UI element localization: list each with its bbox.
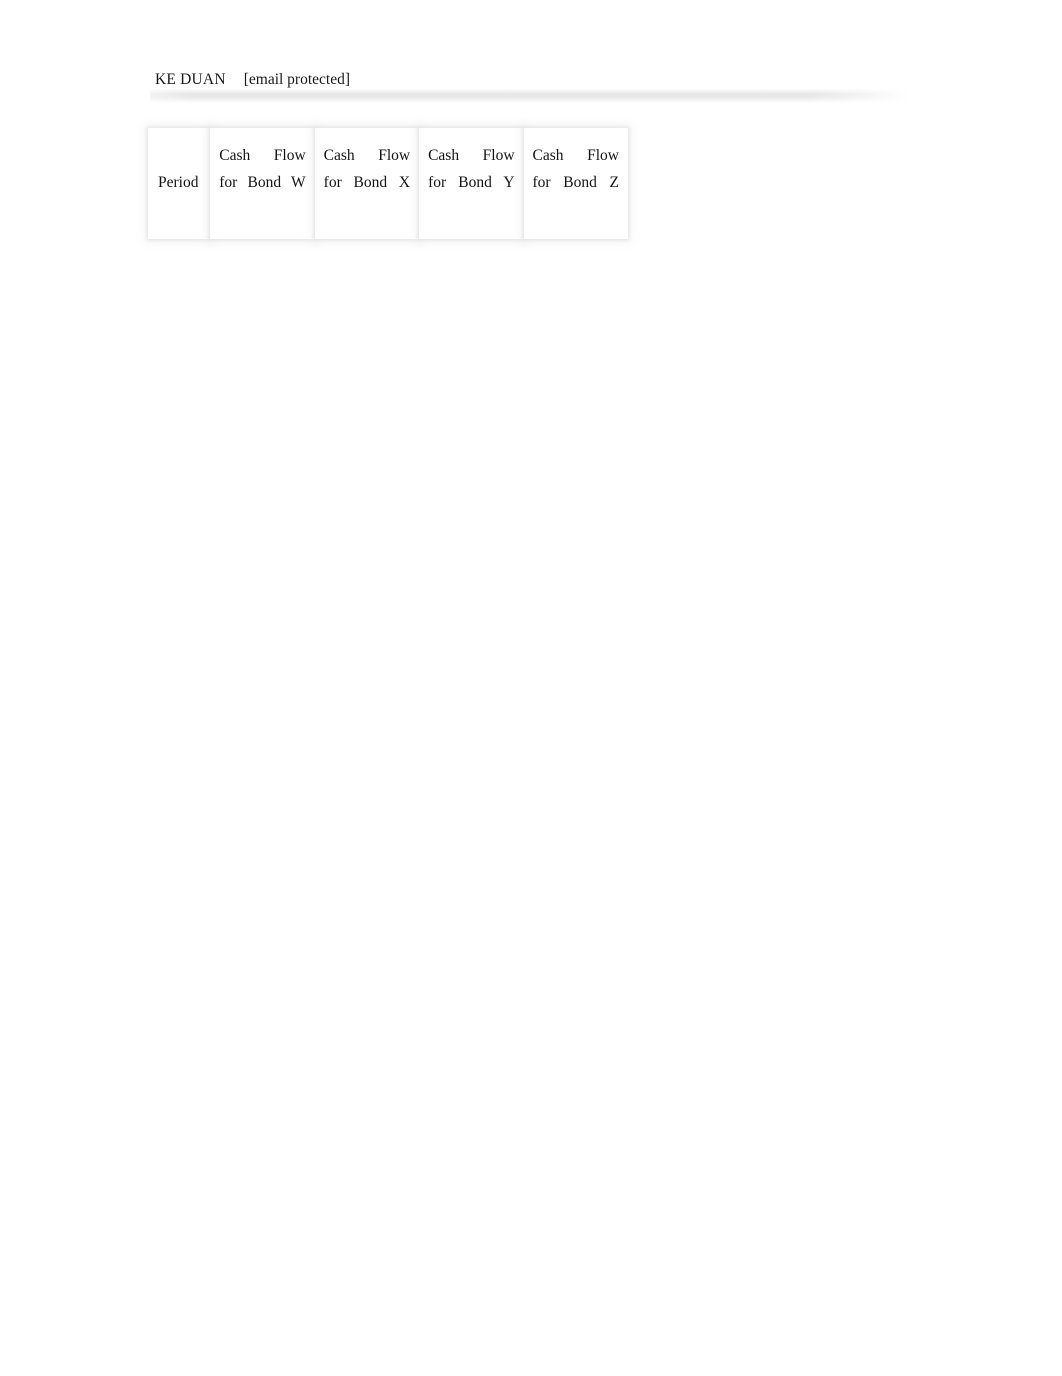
column-header-bond-w-label: Cash Flow for Bond W <box>219 147 306 191</box>
column-header-bond-z-label: Cash Flow for Bond Z <box>532 147 619 191</box>
header-divider-rule <box>150 89 910 103</box>
column-header-period-label: Period <box>158 174 199 191</box>
column-header-bond-y: Cash Flow for Bond Y <box>419 128 524 239</box>
header-email-address: [email protected] <box>243 71 351 88</box>
column-header-period: Period <box>148 128 211 239</box>
bond-cash-flow-table: Period Cash Flow for Bond W Cash Flow fo… <box>148 128 628 239</box>
table-header-row: Period Cash Flow for Bond W Cash Flow fo… <box>148 128 628 239</box>
column-header-bond-x-label: Cash Flow for Bond X <box>323 147 411 191</box>
column-header-bond-x: Cash Flow for Bond X <box>314 128 420 239</box>
header-author-name: KE DUAN <box>155 71 226 88</box>
column-header-bond-z: Cash Flow for Bond Z <box>523 128 628 239</box>
column-header-bond-y-label: Cash Flow for Bond Y <box>428 147 515 191</box>
column-header-bond-w: Cash Flow for Bond W <box>210 128 315 239</box>
